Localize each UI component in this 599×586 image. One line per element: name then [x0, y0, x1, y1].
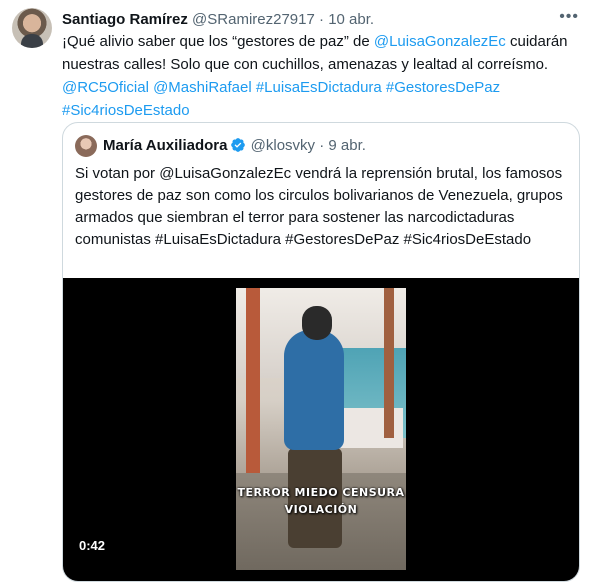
- mention-link[interactable]: @LuisaGonzalezEc: [374, 33, 506, 50]
- quoted-header: María Auxiliadora @klosvky · 9 abr.: [103, 136, 366, 156]
- video-caption-line2: VIOLACIÓN: [284, 503, 358, 516]
- quoted-tweet[interactable]: María Auxiliadora @klosvky · 9 abr. Si v…: [62, 122, 580, 582]
- video-duration: 0:42: [79, 538, 106, 553]
- author-handle[interactable]: @SRamirez27917: [192, 11, 315, 28]
- mentions-hashtags-link[interactable]: @RC5Oficial @MashiRafael #LuisaEsDictadu…: [62, 79, 500, 96]
- tweet-text-part1: ¡Qué alivio saber que los “gestores de p…: [62, 33, 374, 50]
- video-caption-line1: TERROR MIEDO CENSURA: [237, 486, 405, 499]
- tweet-text: ¡Qué alivio saber que los “gestores de p…: [62, 30, 582, 122]
- video-frame[interactable]: TERROR MIEDO CENSURA VIOLACIÓN: [236, 288, 406, 570]
- header-separator: ·: [314, 11, 329, 28]
- video-pole-right: [384, 288, 394, 438]
- verified-badge-icon: [231, 138, 246, 152]
- author-name[interactable]: Santiago Ramírez: [62, 11, 188, 28]
- hashtag-link[interactable]: #Sic4riosDeEstado: [62, 102, 190, 119]
- quoted-author-handle[interactable]: @klosvky: [251, 137, 315, 154]
- more-dots-icon[interactable]: •••: [559, 8, 579, 26]
- quoted-text: Si votan por @LuisaGonzalezEc vendrá la …: [75, 165, 563, 248]
- quoted-separator: ·: [315, 137, 329, 154]
- quoted-date[interactable]: 9 abr.: [328, 137, 366, 154]
- author-avatar[interactable]: [12, 8, 52, 48]
- quoted-author-name[interactable]: María Auxiliadora: [103, 137, 227, 154]
- tweet[interactable]: Santiago Ramírez @SRamirez27917 · 10 abr…: [0, 0, 599, 586]
- quoted-author-avatar[interactable]: [75, 135, 97, 157]
- video-person-body: [284, 330, 344, 450]
- video-player[interactable]: TERROR MIEDO CENSURA VIOLACIÓN 0:42: [63, 278, 579, 581]
- tweet-date[interactable]: 10 abr.: [328, 11, 374, 28]
- tweet-header: Santiago Ramírez @SRamirez27917 · 10 abr…: [62, 10, 583, 30]
- video-person-head: [302, 306, 332, 340]
